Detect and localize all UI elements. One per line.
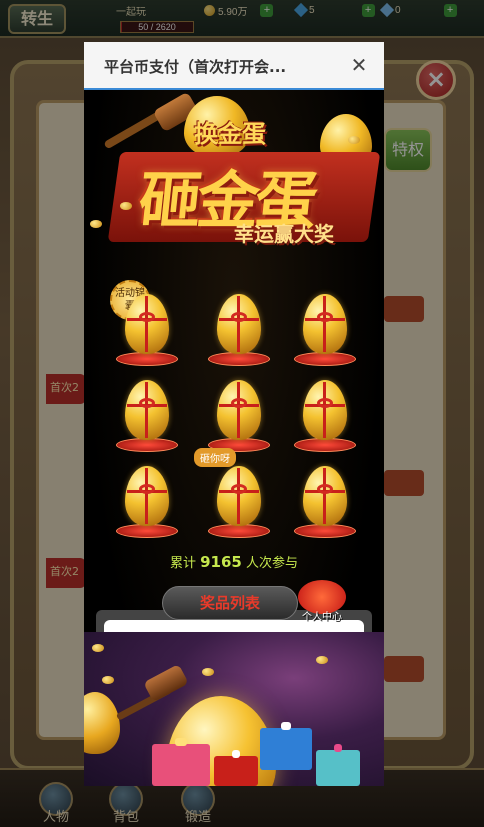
golden-egg[interactable]: [290, 290, 360, 370]
event-banner: 换金蛋 砸金蛋 幸运赢大奖: [84, 90, 384, 280]
exchange-egg-tag[interactable]: 换金蛋: [194, 114, 266, 149]
egg-plate: [294, 438, 356, 452]
bow-icon: [231, 484, 247, 494]
bow-icon: [231, 398, 247, 408]
golden-egg[interactable]: [112, 462, 182, 542]
participation-count: 累计 9165 人次参与: [169, 553, 299, 571]
bow-icon: [139, 312, 155, 322]
golden-egg[interactable]: [290, 376, 360, 456]
modal-title: 平台币支付（首次打开会...: [104, 58, 287, 76]
participation-number: 9165: [200, 553, 242, 571]
golden-egg[interactable]: [112, 376, 182, 456]
golden-egg[interactable]: [204, 290, 274, 370]
egg-plate: [116, 438, 178, 452]
close-icon[interactable]: ✕: [346, 52, 372, 78]
smash-egg-page: 换金蛋 砸金蛋 幸运赢大奖 活动锦囊 砸你呀 累计 9165 人次参与 奖品列表: [84, 90, 384, 786]
coin-icon: [348, 136, 360, 144]
bow-icon: [317, 312, 333, 322]
egg-plate: [116, 352, 178, 366]
screen: 转生 一起玩 50 / 2620 5.90万 + 5 + 0 + × 特权 首次…: [0, 0, 484, 827]
bow-icon: [317, 398, 333, 408]
golden-egg[interactable]: [112, 290, 182, 370]
egg-plate: [208, 352, 270, 366]
hammer-tag: 砸你呀: [194, 448, 236, 467]
prize-list-button[interactable]: 奖品列表: [162, 586, 298, 620]
bow-icon: [231, 312, 247, 322]
coin-icon: [120, 202, 132, 210]
coin-icon: [102, 676, 114, 684]
golden-egg[interactable]: [290, 462, 360, 542]
payment-modal: 平台币支付（首次打开会... ✕ 换金蛋 砸金蛋 幸运赢大奖 活动锦囊: [84, 42, 384, 786]
golden-egg[interactable]: [204, 462, 274, 542]
promo-egg-small: [84, 692, 120, 754]
gift-box-icon: [152, 738, 210, 786]
bow-icon: [139, 398, 155, 408]
coin-icon: [90, 220, 102, 228]
personal-center-button[interactable]: 个人中心: [294, 580, 350, 626]
gift-box-icon: [214, 750, 258, 786]
egg-plate: [294, 352, 356, 366]
coin-icon: [202, 668, 214, 676]
coin-icon: [316, 656, 328, 664]
egg-plate: [208, 524, 270, 538]
golden-egg[interactable]: [204, 376, 274, 456]
promo-banner: [84, 632, 384, 786]
coin-icon: [92, 644, 104, 652]
egg-grid: [112, 290, 372, 550]
bow-icon: [139, 484, 155, 494]
gift-box-icon: [316, 744, 360, 786]
event-subtitle: 幸运赢大奖: [234, 222, 334, 246]
modal-header: 平台币支付（首次打开会... ✕: [84, 42, 384, 90]
egg-plate: [294, 524, 356, 538]
gift-box-icon: [260, 722, 312, 770]
bow-icon: [317, 484, 333, 494]
egg-plate: [116, 524, 178, 538]
